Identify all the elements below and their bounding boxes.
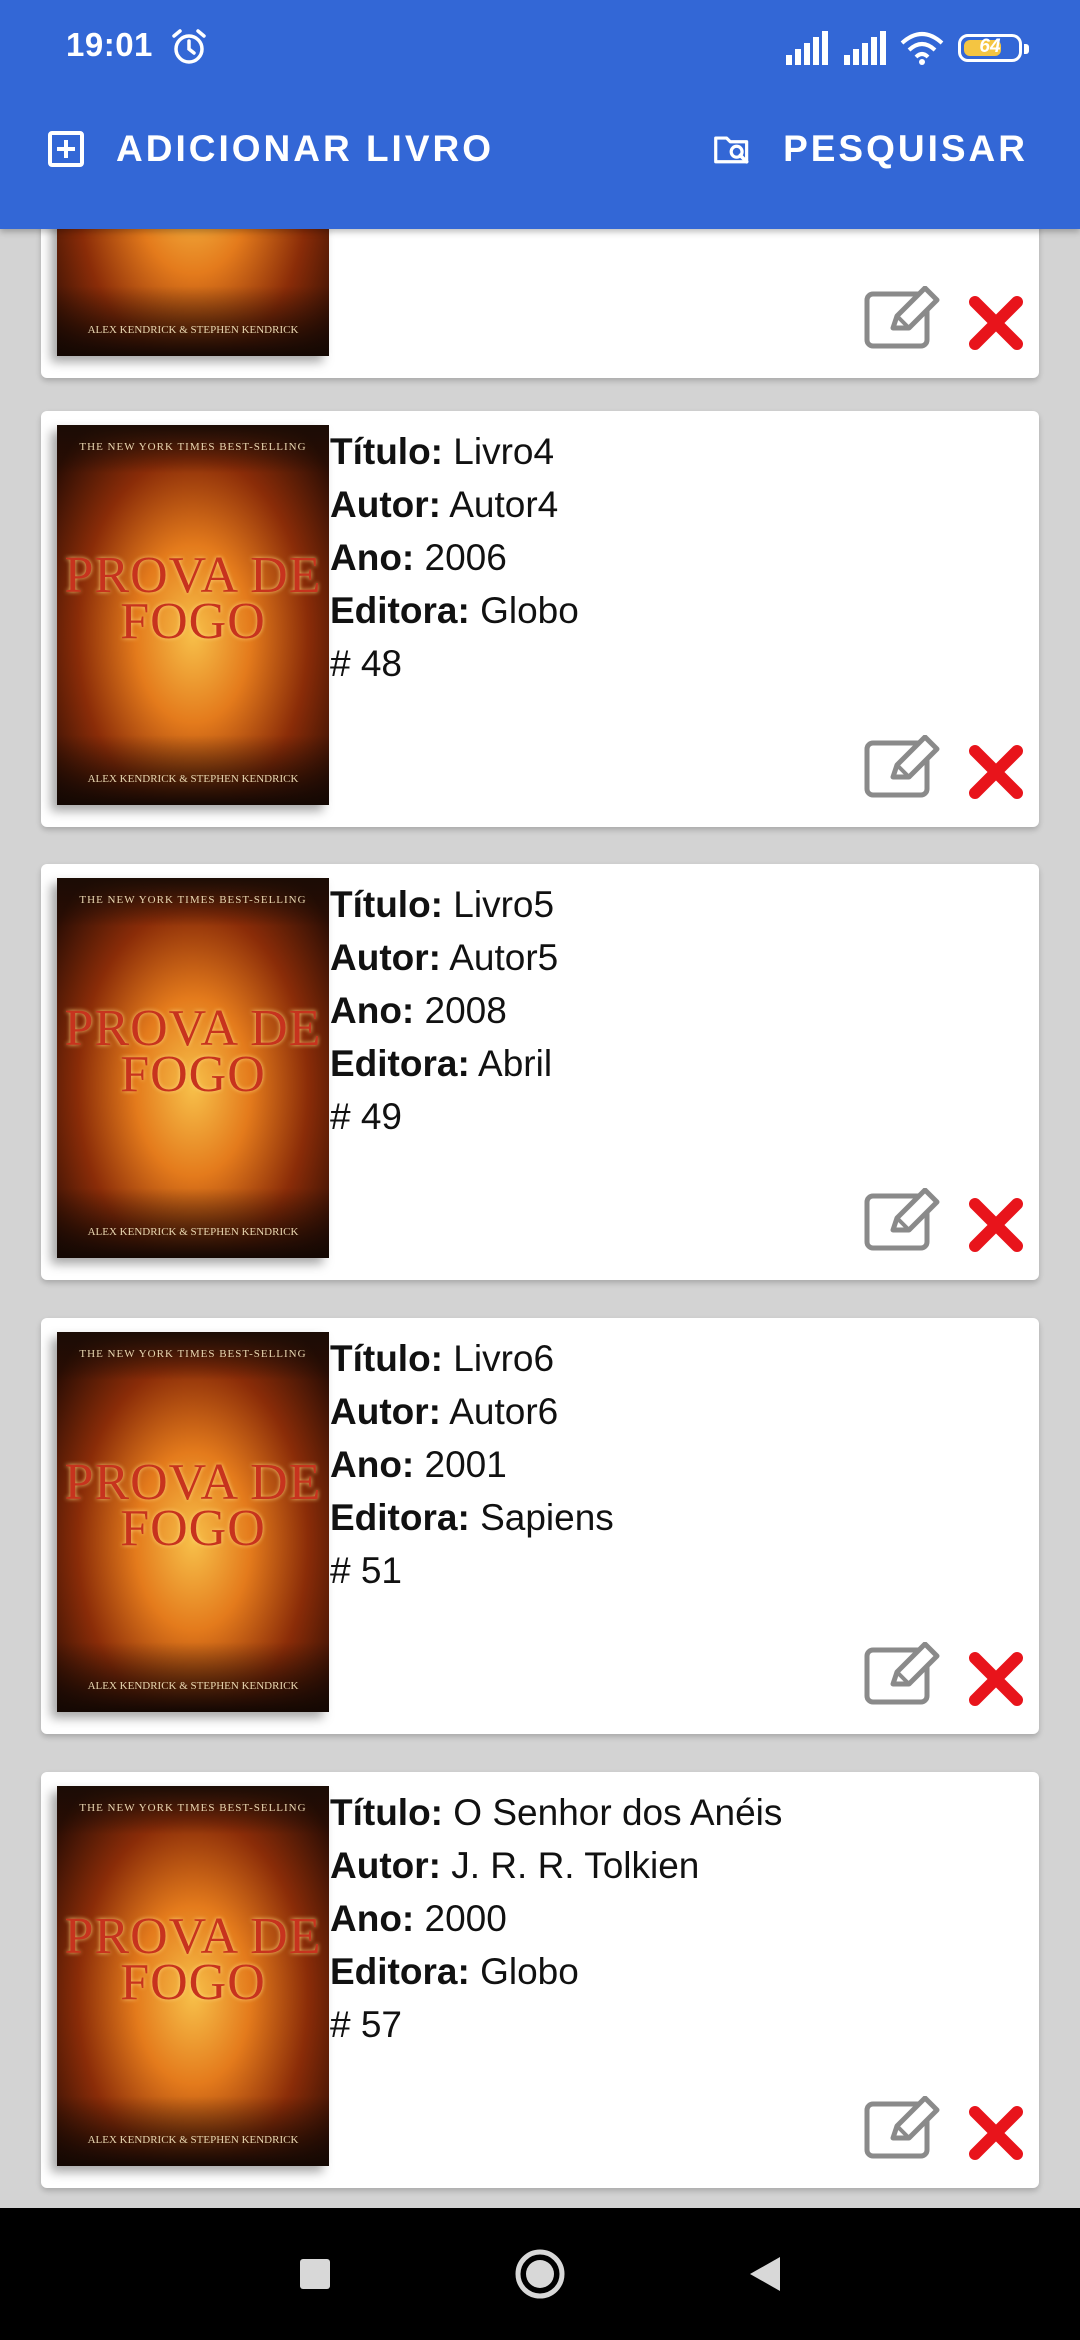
- square-icon: [300, 2259, 330, 2289]
- folder-search-icon: [714, 136, 749, 164]
- circle-icon: [515, 2249, 565, 2299]
- book-author-row: Autor: Autor5: [330, 937, 559, 978]
- add-box-icon: [48, 131, 84, 167]
- book-publisher: Globo: [480, 590, 579, 631]
- add-book-button[interactable]: ADICIONAR LIVRO: [46, 128, 494, 170]
- book-card: THE NEW YORK TIMES BEST-SELLING PROVA DE…: [41, 1772, 1039, 2188]
- book-publisher: Abril: [478, 1043, 553, 1084]
- delete-x-icon[interactable]: [967, 1650, 1025, 1708]
- cover-authors: ALEX KENDRICK & STEPHEN KENDRICK: [87, 2134, 299, 2146]
- battery-icon: 64: [958, 34, 1029, 62]
- search-label: PESQUISAR: [783, 128, 1028, 169]
- book-info: Título: Livro5 Autor: Autor5 Ano: 2008 E…: [330, 878, 558, 1143]
- cover-title: PROVA DE FOGO: [64, 547, 322, 650]
- edit-icon[interactable]: [863, 735, 943, 799]
- app-bar: 19:01 64 ADICIONAR LIVRO PESQUISAR: [0, 0, 1080, 229]
- cover-title: PROVA DE FOGO: [64, 1908, 322, 2011]
- book-info: Título: Livro4 Autor: Autor4 Ano: 2006 E…: [330, 425, 579, 690]
- book-author: J. R. R. Tolkien: [451, 1845, 700, 1886]
- book-title: Livro4: [453, 431, 555, 472]
- book-author-row: Autor: Autor6: [330, 1391, 559, 1432]
- book-year: 2000: [424, 1898, 507, 1939]
- delete-x-icon[interactable]: [967, 2104, 1025, 2162]
- book-info: Título: O Senhor dos Anéis Autor: J. R. …: [330, 1786, 782, 2051]
- delete-x-icon[interactable]: [967, 743, 1025, 801]
- book-card: THE NEW YORK TIMES BEST-SELLING PROVA DE…: [41, 1318, 1039, 1734]
- delete-x-icon[interactable]: [967, 1196, 1025, 1254]
- cover-top-text: THE NEW YORK TIMES BEST-SELLING: [79, 1802, 307, 1814]
- cover-top-text: THE NEW YORK TIMES BEST-SELLING: [79, 1348, 307, 1360]
- book-title: Livro6: [453, 1338, 555, 1379]
- battery-level: 64: [979, 36, 1001, 57]
- cover-title: PROVA DE FOGO: [64, 1000, 322, 1103]
- book-title-row: Título: Livro6: [330, 1338, 555, 1379]
- alarm-icon: [172, 29, 206, 64]
- wifi-icon: [900, 32, 944, 65]
- edit-icon[interactable]: [863, 1642, 943, 1706]
- book-publisher-row: Editora: Abril: [330, 1043, 553, 1084]
- cover-top-text: THE NEW YORK TIMES BEST-SELLING: [79, 441, 307, 453]
- book-year-row: Ano: 2000: [330, 1898, 507, 1939]
- book-publisher-row: Editora: Sapiens: [330, 1497, 614, 1538]
- status-icons: 64: [784, 30, 1029, 66]
- book-title-row: Título: O Senhor dos Anéis: [330, 1792, 783, 1833]
- book-card: THE NEW YORK TIMES BEST-SELLING PROVA DE…: [41, 864, 1039, 1280]
- book-year: 2001: [424, 1444, 507, 1485]
- status-time: 19:01: [66, 26, 153, 63]
- book-year: 2006: [424, 537, 507, 578]
- book-cover-image: THE NEW YORK TIMES BEST-SELLING PROVA DE…: [57, 1332, 329, 1712]
- book-year-row: Ano: 2008: [330, 990, 507, 1031]
- book-publisher-row: Editora: Globo: [330, 590, 579, 631]
- book-publisher-row: Editora: Globo: [330, 1951, 579, 1992]
- cover-authors: ALEX KENDRICK & STEPHEN KENDRICK: [87, 324, 299, 336]
- home-button[interactable]: [495, 2208, 585, 2340]
- book-info: Título: Livro6 Autor: Autor6 Ano: 2001 E…: [330, 1332, 614, 1597]
- edit-icon[interactable]: [863, 286, 943, 350]
- book-year-row: Ano: 2001: [330, 1444, 507, 1485]
- book-cover-image: THE NEW YORK TIMES BEST-SELLING PROVA DE…: [57, 878, 329, 1258]
- cover-top-text: THE NEW YORK TIMES BEST-SELLING: [79, 894, 307, 906]
- book-title: Livro5: [453, 884, 555, 925]
- book-author: Autor6: [449, 1391, 559, 1432]
- book-title-row: Título: Livro4: [330, 431, 555, 472]
- cover-title: PROVA DE FOGO: [64, 1454, 322, 1557]
- cover-authors: ALEX KENDRICK & STEPHEN KENDRICK: [87, 773, 299, 785]
- back-button[interactable]: [720, 2208, 810, 2340]
- book-author-row: Autor: Autor4: [330, 484, 559, 525]
- signal-icon: [786, 31, 828, 65]
- cover-authors: ALEX KENDRICK & STEPHEN KENDRICK: [87, 1226, 299, 1238]
- book-cover-image: THE NEW YORK TIMES BEST-SELLING PROVA DE…: [57, 425, 329, 805]
- add-book-label: ADICIONAR LIVRO: [116, 128, 494, 169]
- book-id: # 57: [330, 2004, 403, 2045]
- edit-icon[interactable]: [863, 2096, 943, 2160]
- navigation-bar: [0, 2208, 1080, 2340]
- book-author: Autor5: [449, 937, 559, 978]
- book-publisher: Sapiens: [480, 1497, 614, 1538]
- book-year-row: Ano: 2006: [330, 537, 507, 578]
- cover-authors: ALEX KENDRICK & STEPHEN KENDRICK: [87, 1680, 299, 1692]
- book-title-row: Título: Livro5: [330, 884, 555, 925]
- book-id: # 51: [330, 1550, 403, 1591]
- delete-x-icon[interactable]: [967, 294, 1025, 352]
- book-author-row: Autor: J. R. R. Tolkien: [330, 1845, 700, 1886]
- book-list[interactable]: THE NEW YORK TIMES BEST-SELLING PROVA DE…: [0, 0, 1080, 2208]
- book-cover-image: THE NEW YORK TIMES BEST-SELLING PROVA DE…: [57, 1786, 329, 2166]
- book-author: Autor4: [449, 484, 559, 525]
- book-year: 2008: [424, 990, 507, 1031]
- edit-icon[interactable]: [863, 1188, 943, 1252]
- recents-button[interactable]: [270, 2208, 360, 2340]
- triangle-back-icon: [750, 2257, 780, 2291]
- signal-icon: [844, 31, 886, 65]
- book-id: # 49: [330, 1096, 403, 1137]
- book-card: THE NEW YORK TIMES BEST-SELLING PROVA DE…: [41, 411, 1039, 827]
- book-publisher: Globo: [480, 1951, 579, 1992]
- book-title: O Senhor dos Anéis: [453, 1792, 783, 1833]
- search-button[interactable]: PESQUISAR: [713, 128, 1028, 170]
- book-id: # 48: [330, 643, 403, 684]
